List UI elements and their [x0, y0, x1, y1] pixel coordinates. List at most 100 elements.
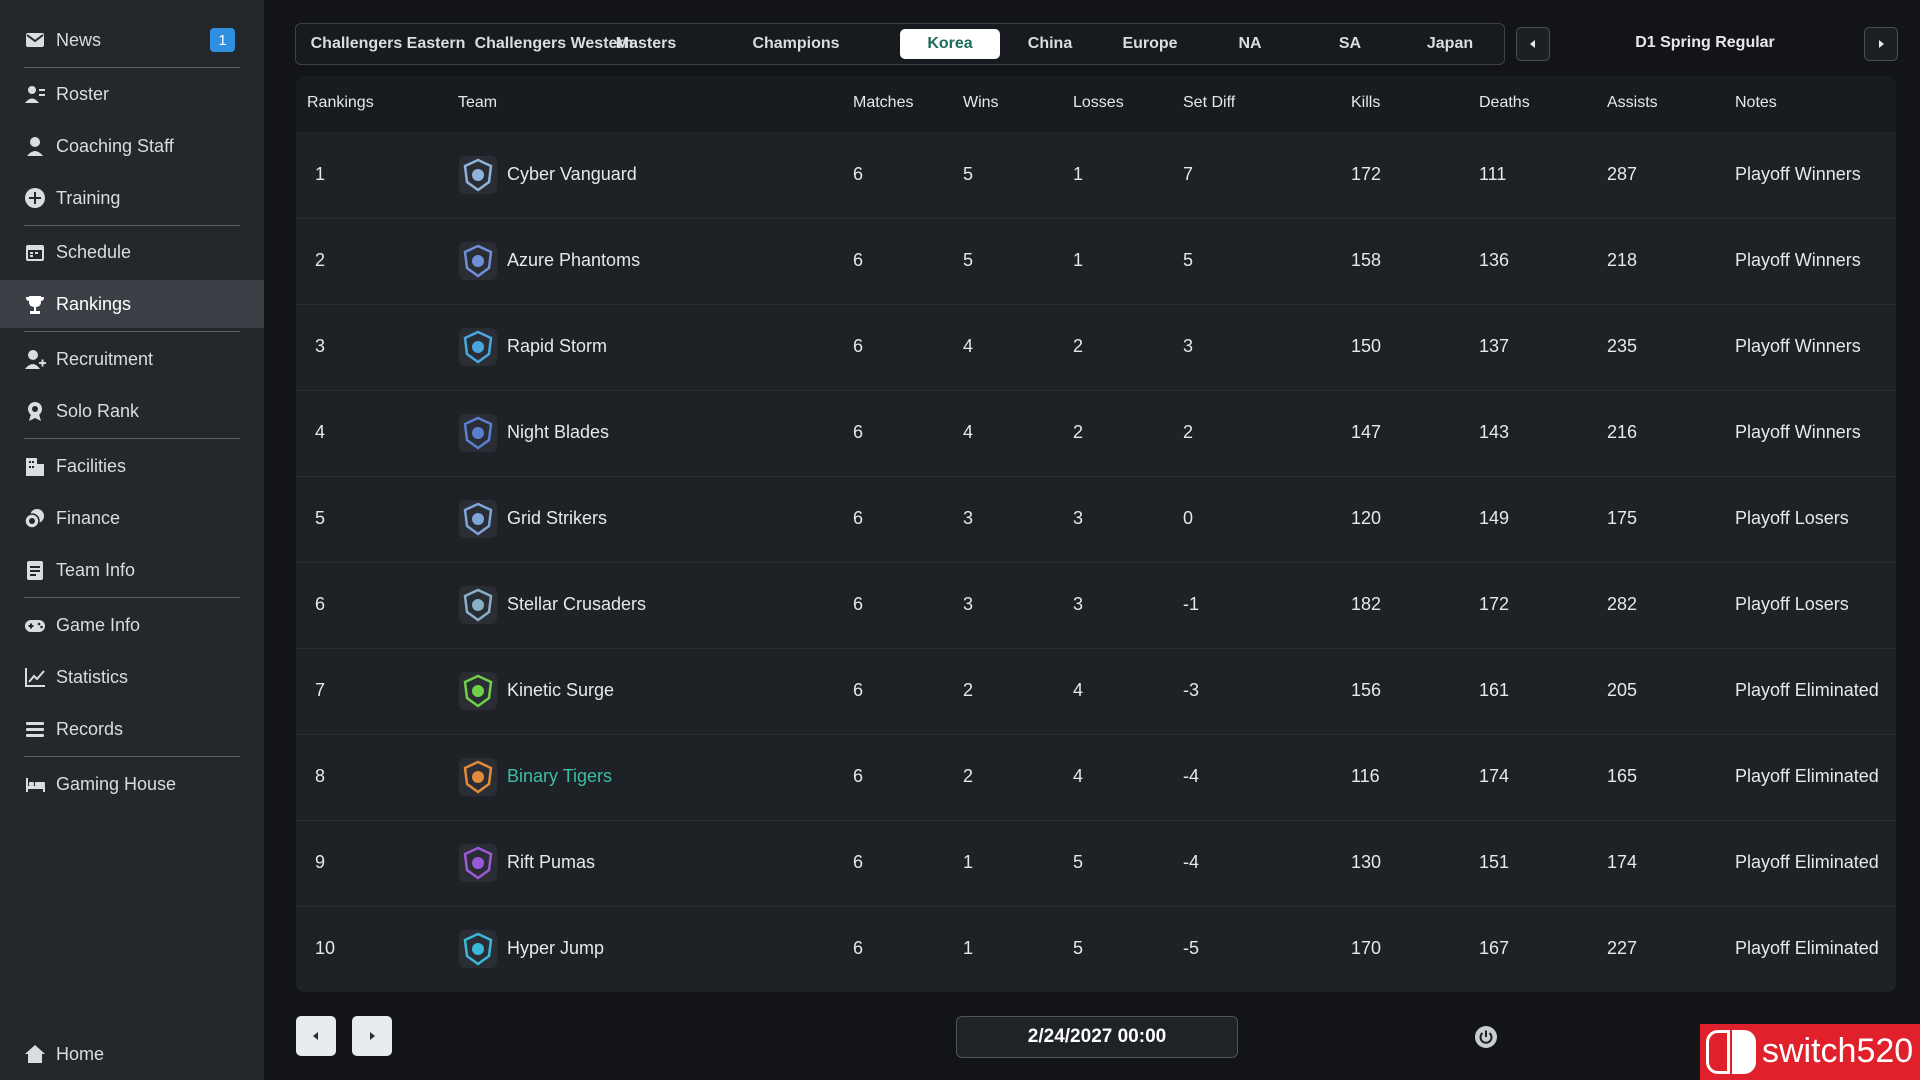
cell-matches: 6 — [853, 594, 864, 614]
table-row[interactable]: 7 6 2 4 -3 156 161 205 Playoff Eliminated Kinetic… — [296, 648, 1896, 735]
sidebar-item-recruitment[interactable]: Recruitment — [0, 335, 264, 383]
table-row[interactable]: 10 6 1 5 -5 170 167 227 Playoff Eliminated Hyper … — [296, 906, 1896, 992]
cell-deaths: 174 — [1479, 766, 1510, 786]
table-row[interactable]: 3 6 4 2 3 150 137 235 Playoff Winners Rapid Storm — [296, 304, 1896, 391]
sidebar-item-gaming-house[interactable]: Gaming House — [0, 760, 264, 808]
tab-korea[interactable]: Korea — [900, 29, 1000, 59]
tab-masters[interactable]: Masters — [596, 29, 696, 59]
cell-set-diff: 3 — [1183, 336, 1194, 356]
table-row[interactable]: 2 6 5 1 5 158 136 218 Playoff Winners Azure Phant… — [296, 218, 1896, 305]
sidebar-item-label: Training — [56, 187, 121, 208]
cell-matches: 6 — [853, 680, 864, 700]
cell-losses: 3 — [1073, 594, 1084, 614]
sidebar-item-game-info[interactable]: Game Info — [0, 601, 264, 649]
roster-icon — [24, 83, 46, 105]
cell-rank: 9 — [315, 852, 326, 872]
sidebar-divider — [24, 225, 240, 226]
cell-team-name[interactable]: Binary Tigers — [507, 766, 612, 787]
tab-challengers-eastern[interactable]: Challengers Eastern — [306, 29, 470, 59]
sidebar-item-statistics[interactable]: Statistics — [0, 653, 264, 701]
sidebar-item-rankings[interactable]: Rankings — [0, 280, 264, 328]
team-logo-icon — [459, 844, 497, 882]
cell-team-name[interactable]: Night Blades — [507, 422, 609, 443]
header-set-diff: Set Diff — [1183, 94, 1236, 111]
team-logo-icon — [459, 414, 497, 452]
table-row[interactable]: 5 6 3 3 0 120 149 175 Playoff Losers Grid Striker… — [296, 476, 1896, 563]
cell-team-name[interactable]: Azure Phantoms — [507, 250, 640, 271]
cell-matches: 6 — [853, 852, 864, 872]
cell-rank: 1 — [315, 164, 326, 184]
sidebar-item-roster[interactable]: Roster — [0, 70, 264, 118]
header-rankings: Rankings — [307, 94, 374, 111]
sidebar-item-label: News — [56, 29, 102, 50]
cell-assists: 282 — [1607, 594, 1638, 614]
cell-wins: 3 — [963, 508, 974, 528]
cell-team-name[interactable]: Kinetic Surge — [507, 680, 614, 701]
sidebar-item-schedule[interactable]: Schedule — [0, 228, 264, 276]
page-next-button[interactable] — [352, 1016, 392, 1056]
home-icon — [24, 1043, 46, 1065]
tab-sa[interactable]: SA — [1300, 29, 1400, 59]
sidebar-item-training[interactable]: Training — [0, 174, 264, 222]
page-prev-button[interactable] — [296, 1016, 336, 1056]
cell-notes: Playoff Winners — [1735, 250, 1861, 270]
sidebar-item-finance[interactable]: Finance — [0, 494, 264, 542]
table-row[interactable]: 8 6 2 4 -4 116 174 165 Playoff Eliminated Binary … — [296, 734, 1896, 821]
rankings-table: Rankings Team Matches Wins Losses Set Di… — [296, 76, 1896, 992]
cell-rank: 2 — [315, 250, 326, 270]
cell-matches: 6 — [853, 938, 864, 958]
tab-china[interactable]: China — [1000, 29, 1100, 59]
caret-left-icon — [313, 1032, 318, 1040]
sidebar-item-coaching-staff[interactable]: Coaching Staff — [0, 122, 264, 170]
sidebar-item-solo-rank[interactable]: Solo Rank — [0, 387, 264, 435]
sidebar-item-records[interactable]: Records — [0, 705, 264, 753]
table-row[interactable]: 1 6 5 1 7 172 111 287 Playoff Winners Cyber Vangu… — [296, 132, 1896, 219]
tab-na[interactable]: NA — [1200, 29, 1300, 59]
table-header: Rankings Team Matches Wins Losses Set Di… — [296, 76, 1896, 132]
cell-kills: 150 — [1351, 336, 1382, 356]
cell-matches: 6 — [853, 508, 864, 528]
cell-notes: Playoff Losers — [1735, 508, 1849, 528]
cell-rank: 4 — [315, 422, 326, 442]
cell-team-name[interactable]: Hyper Jump — [507, 938, 604, 959]
cell-deaths: 143 — [1479, 422, 1510, 442]
power-button[interactable] — [1474, 1025, 1498, 1049]
add-person-icon — [24, 348, 46, 370]
sidebar-item-news[interactable]: News 1 — [0, 16, 264, 64]
table-row[interactable]: 6 6 3 3 -1 182 172 282 Playoff Losers Stellar Cru… — [296, 562, 1896, 649]
team-logo-icon — [459, 242, 497, 280]
current-date[interactable]: 2/24/2027 00:00 — [956, 1016, 1238, 1058]
team-logo-icon — [459, 500, 497, 538]
tab-europe[interactable]: Europe — [1100, 29, 1200, 59]
cell-wins: 5 — [963, 164, 974, 184]
table-row[interactable]: 4 6 4 2 2 147 143 216 Playoff Winners Night Blade… — [296, 390, 1896, 477]
season-label: D1 Spring Regular — [1635, 34, 1775, 51]
sidebar-item-facilities[interactable]: Facilities — [0, 442, 264, 490]
cell-set-diff: -4 — [1183, 852, 1200, 872]
medal-icon — [24, 400, 46, 422]
season-prev-button[interactable] — [1516, 27, 1550, 61]
cell-deaths: 167 — [1479, 938, 1510, 958]
cell-team-name[interactable]: Rapid Storm — [507, 336, 607, 357]
season-next-button[interactable] — [1864, 27, 1898, 61]
sidebar-item-home[interactable]: Home — [0, 1030, 264, 1078]
cell-kills: 116 — [1351, 766, 1380, 786]
cell-team-name[interactable]: Stellar Crusaders — [507, 594, 646, 615]
cell-team-name[interactable]: Cyber Vanguard — [507, 164, 637, 185]
sidebar-item-team-info[interactable]: Team Info — [0, 546, 264, 594]
table-row[interactable]: 9 6 1 5 -4 130 151 174 Playoff Eliminated Rift Pu… — [296, 820, 1896, 907]
cell-matches: 6 — [853, 422, 864, 442]
power-icon — [1475, 1026, 1497, 1048]
cell-kills: 182 — [1351, 594, 1382, 614]
tab-japan[interactable]: Japan — [1400, 29, 1500, 59]
cell-rank: 7 — [315, 680, 326, 700]
cell-team-name[interactable]: Grid Strikers — [507, 508, 607, 529]
cell-losses: 4 — [1073, 766, 1084, 786]
sidebar-divider — [24, 597, 240, 598]
gamepad-icon — [24, 614, 46, 636]
header-assists: Assists — [1607, 94, 1658, 111]
cell-assists: 165 — [1607, 766, 1638, 786]
tab-champions[interactable]: Champions — [696, 29, 896, 59]
sidebar-item-label: Recruitment — [56, 348, 154, 369]
cell-team-name[interactable]: Rift Pumas — [507, 852, 595, 873]
